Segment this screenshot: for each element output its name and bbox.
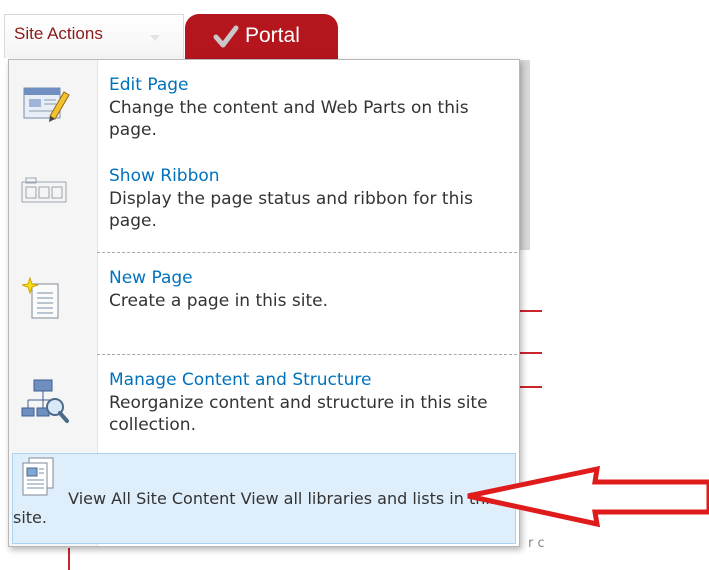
annotation-arrow-icon	[467, 465, 709, 528]
